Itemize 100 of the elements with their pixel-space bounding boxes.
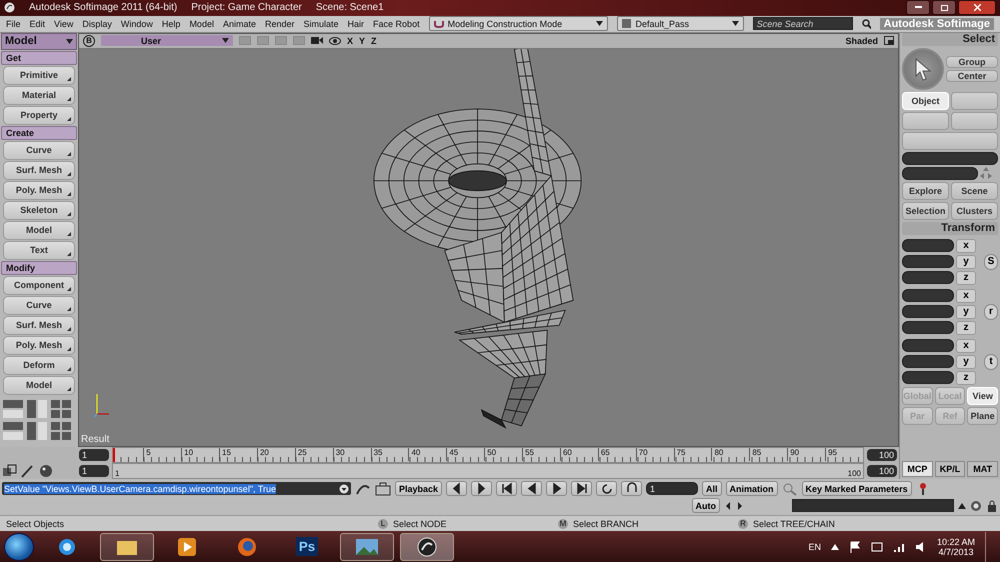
axis-toggle[interactable]: Y: [359, 36, 366, 46]
viewport[interactable]: B User X Y Z Shaded Result: [78, 32, 899, 447]
axis-button[interactable]: y: [956, 254, 976, 269]
filter-field[interactable]: [902, 166, 978, 180]
range-end-field[interactable]: 100: [867, 464, 897, 477]
playback-button[interactable]: Playback: [395, 481, 442, 496]
start-frame-field[interactable]: 1: [79, 448, 109, 461]
camera-dropdown[interactable]: User: [101, 35, 233, 46]
tool-button[interactable]: Model: [3, 220, 75, 240]
layout-icon[interactable]: [27, 400, 47, 418]
transport-button[interactable]: [596, 481, 618, 496]
menu-item[interactable]: Edit: [30, 18, 46, 29]
current-frame-field[interactable]: 1: [646, 482, 698, 496]
nav-button[interactable]: Explore: [902, 182, 949, 200]
transform-key-button[interactable]: r: [984, 304, 998, 320]
panel-tab[interactable]: MCP: [902, 461, 933, 478]
tool-button[interactable]: Poly. Mesh: [3, 180, 75, 200]
close-button[interactable]: [958, 0, 996, 16]
key-marked-button[interactable]: Key Marked Parameters: [802, 481, 912, 496]
layout-icon[interactable]: [51, 400, 71, 418]
taskbar-app[interactable]: [100, 532, 154, 561]
menu-item[interactable]: Render: [264, 18, 295, 29]
transport-button[interactable]: [496, 481, 518, 496]
nav-button[interactable]: Selection: [902, 202, 949, 220]
space-button[interactable]: View: [967, 386, 998, 405]
timeline-ruler[interactable]: 5 10 15 20 25 30 35 40 45 50 55 60 65 70 75 80 85 90 95: [112, 446, 864, 463]
search-field[interactable]: Scene Search: [752, 17, 853, 30]
transform-key-button[interactable]: S: [984, 254, 998, 270]
taskbar-app[interactable]: [400, 532, 454, 561]
shading-mode[interactable]: Shaded: [845, 36, 878, 46]
tool-button[interactable]: Deform: [3, 356, 75, 375]
object-button[interactable]: Object: [902, 92, 949, 110]
eye-icon[interactable]: [329, 36, 341, 45]
menu-item[interactable]: Model: [189, 18, 214, 29]
select-option-button[interactable]: Center: [946, 70, 998, 82]
transform-field[interactable]: [902, 239, 954, 252]
menu-item[interactable]: Help: [162, 18, 180, 29]
transform-field[interactable]: [902, 371, 954, 384]
axis-button[interactable]: y: [956, 304, 976, 319]
panel-tab[interactable]: KP/L: [934, 461, 966, 478]
select-tool-button[interactable]: [902, 48, 944, 90]
camera-icon[interactable]: [311, 36, 323, 46]
caret-up-icon[interactable]: [958, 502, 966, 510]
menu-item[interactable]: File: [6, 18, 21, 29]
tool-button[interactable]: Property: [3, 106, 75, 125]
transform-field[interactable]: [902, 305, 954, 318]
menu-item[interactable]: Face Robot: [373, 18, 420, 29]
end-frame-field[interactable]: 100: [867, 448, 897, 461]
axis-button[interactable]: z: [956, 370, 976, 385]
maximize-icon[interactable]: [884, 36, 894, 46]
axis-button[interactable]: y: [956, 354, 976, 369]
tool-button[interactable]: Surf. Mesh: [3, 160, 75, 180]
layout-icon[interactable]: [3, 422, 23, 440]
tool-button[interactable]: Material: [3, 86, 75, 105]
transform-field[interactable]: [902, 255, 954, 268]
transform-key-button[interactable]: t: [984, 354, 998, 370]
axis-toggle[interactable]: X: [347, 36, 354, 46]
transport-button[interactable]: [521, 481, 542, 496]
range-bar[interactable]: 1 100: [112, 462, 864, 479]
command-field[interactable]: SetValue "Views.ViewB.UserCamera.camdisp.wireontopunsel", True: [2, 482, 351, 496]
clock[interactable]: 10:22 AM 4/7/2013: [936, 536, 975, 557]
transport-button[interactable]: [621, 481, 642, 496]
panel-tab[interactable]: MAT: [967, 461, 998, 478]
menu-item[interactable]: Hair: [348, 18, 364, 29]
flag-icon[interactable]: [848, 540, 861, 553]
pass-dropdown[interactable]: Default_Pass: [617, 16, 744, 32]
toolbox-icon[interactable]: [375, 482, 391, 496]
search-icon[interactable]: [862, 18, 871, 29]
menu-item[interactable]: View: [54, 18, 74, 29]
menu-item[interactable]: Simulate: [304, 18, 339, 29]
axis-button[interactable]: z: [956, 270, 976, 285]
all-button[interactable]: All: [702, 481, 722, 496]
menu-item[interactable]: Window: [120, 18, 153, 29]
menu-item[interactable]: Display: [82, 18, 112, 29]
arrow-left-icon[interactable]: [724, 500, 732, 511]
arrow-right-icon[interactable]: [736, 500, 744, 511]
range-start-field[interactable]: 1: [79, 464, 109, 477]
tool-button[interactable]: Curve: [3, 140, 75, 160]
reference-button[interactable]: Plane: [967, 406, 998, 425]
animation-button[interactable]: Animation: [726, 481, 778, 496]
minimize-button[interactable]: [906, 0, 930, 16]
tool-button[interactable]: Skeleton: [3, 200, 75, 220]
axis-button[interactable]: x: [956, 338, 976, 353]
axis-button[interactable]: x: [956, 238, 976, 253]
viewport-letter[interactable]: B: [83, 34, 95, 47]
tool-button[interactable]: Component: [3, 276, 75, 295]
menu-item[interactable]: Animate: [222, 18, 256, 29]
axis-button[interactable]: x: [956, 288, 976, 303]
playhead-marker[interactable]: [113, 448, 115, 462]
transport-button[interactable]: [446, 481, 468, 496]
transform-field[interactable]: [902, 271, 954, 284]
select-option-button[interactable]: Group: [946, 56, 998, 68]
parameter-field[interactable]: [792, 499, 954, 512]
transform-field[interactable]: [902, 321, 954, 334]
tool-button[interactable]: Primitive: [3, 66, 75, 85]
layout-icon[interactable]: [51, 422, 71, 440]
language-indicator[interactable]: EN: [808, 542, 821, 552]
axis-button[interactable]: z: [956, 320, 976, 335]
taskbar-app[interactable]: Ps: [280, 532, 334, 561]
layout-icon[interactable]: [27, 422, 47, 440]
